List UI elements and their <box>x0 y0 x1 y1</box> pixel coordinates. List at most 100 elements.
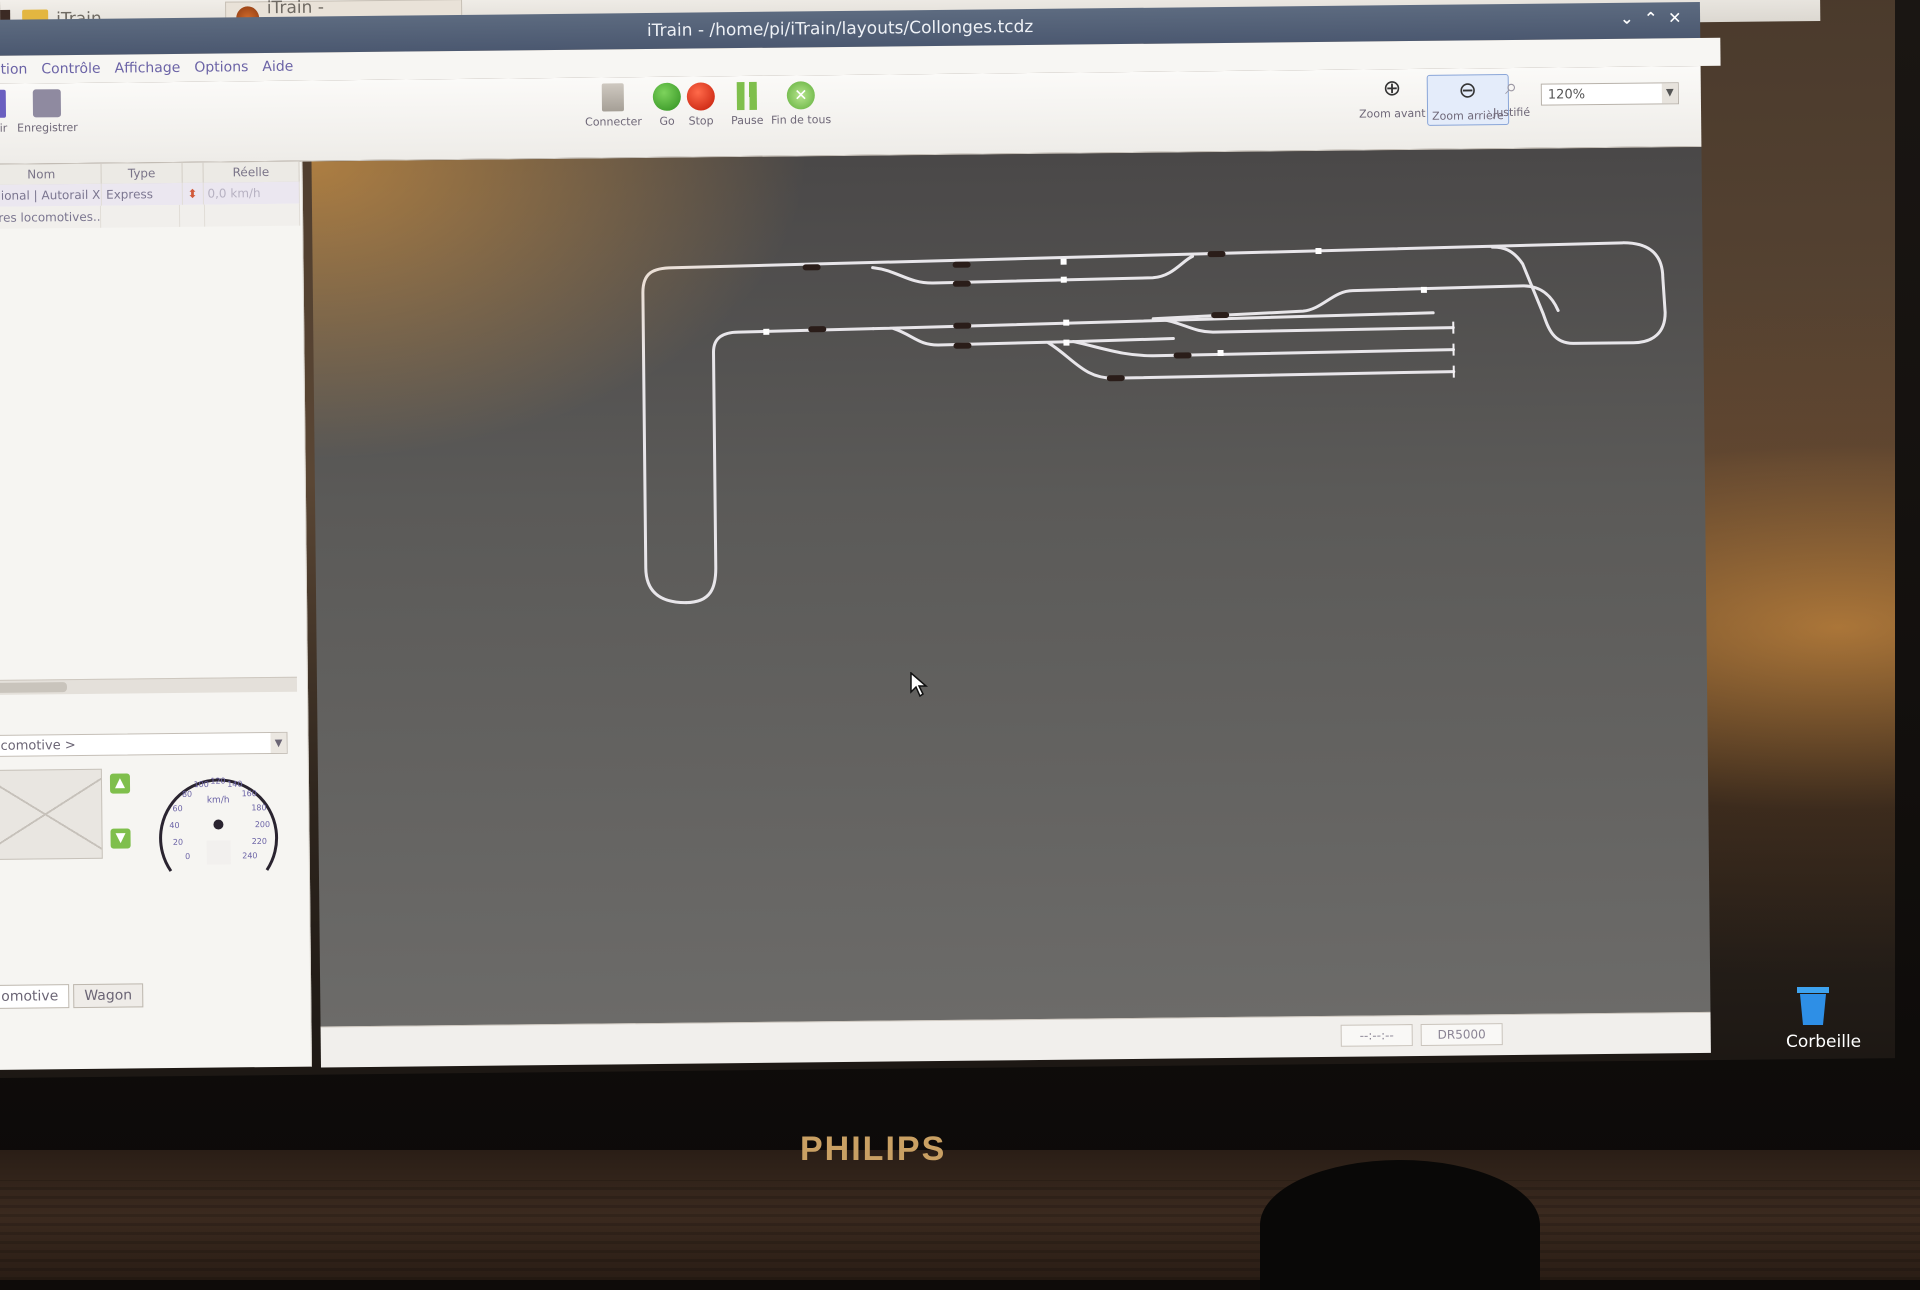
loco-speed <box>205 204 300 227</box>
trash-icon[interactable] <box>1793 985 1833 1027</box>
sensor-marker[interactable] <box>1061 259 1067 265</box>
locomotive-select[interactable]: ocomotive > ▼ <box>0 732 288 757</box>
connect-button[interactable]: Connecter <box>585 83 642 129</box>
stop-all-icon: ✕ <box>787 81 815 109</box>
save-button[interactable]: Enregistrer <box>17 89 78 135</box>
gauge-tick-label: 80 <box>182 790 192 799</box>
locomotive-image-placeholder <box>0 769 103 860</box>
signal-marker[interactable] <box>1211 312 1229 318</box>
siding-3[interactable] <box>1048 339 1453 379</box>
menu-options[interactable]: Options <box>194 59 248 76</box>
loco-name: égional | Autorail X... <box>0 184 102 207</box>
gauge-tick-label: 200 <box>255 820 270 829</box>
go-button[interactable]: Go <box>653 83 681 128</box>
monitor-brand: PHILIPS <box>800 1130 946 1169</box>
gauge-readout <box>207 840 231 864</box>
gauge-tick-label: 140 <box>227 780 242 789</box>
trash-label: Corbeille <box>1786 1032 1861 1052</box>
monitor-stand <box>1260 1160 1540 1290</box>
gauge-tick-label: 100 <box>194 780 209 789</box>
fit-label: Justifié <box>1493 106 1530 119</box>
col-name[interactable]: Nom <box>0 164 102 185</box>
stop-label: Stop <box>689 114 714 127</box>
gauge-unit: km/h <box>207 795 230 805</box>
gauge-tick-label: 240 <box>242 851 257 860</box>
zoom-level-select[interactable]: 120% ▼ <box>1541 82 1679 105</box>
loco-type <box>101 205 181 228</box>
stop-all-button[interactable]: ✕ Fin de tous <box>771 81 832 127</box>
table-row[interactable]: utres locomotives... <box>0 204 300 229</box>
signal-marker[interactable] <box>953 262 971 268</box>
gauge-tick-label: 120 <box>210 776 225 785</box>
sensor-marker[interactable] <box>1218 350 1224 356</box>
pause-icon <box>737 82 757 110</box>
menu-help[interactable]: Aide <box>262 59 293 75</box>
minimize-button[interactable]: ⌄ <box>1620 9 1634 28</box>
menu-control[interactable]: Contrôle <box>41 61 100 78</box>
open-label: rir <box>0 122 7 135</box>
fit-button[interactable]: ⌕ Justifié <box>1493 74 1530 119</box>
col-direction[interactable] <box>182 163 203 183</box>
gauge-tick-label: 160 <box>242 789 257 798</box>
screen-glare <box>312 156 815 461</box>
sensor-marker[interactable] <box>1063 320 1069 326</box>
stop-all-label: Fin de tous <box>771 113 831 127</box>
go-icon <box>653 83 681 111</box>
table-horizontal-scrollbar[interactable] <box>0 677 297 695</box>
menu-file[interactable]: tion <box>0 62 27 78</box>
signal-marker[interactable] <box>1107 375 1125 381</box>
scrollbar-thumb[interactable] <box>0 682 67 693</box>
track-station-line-4[interactable] <box>893 326 1173 346</box>
zoom-in-label: Zoom avant <box>1359 107 1426 121</box>
save-icon <box>33 89 61 117</box>
zoom-level-value: 120% <box>1548 87 1585 102</box>
mouse-cursor-icon <box>910 672 928 698</box>
clock-display: --:--:-- <box>1341 1024 1413 1047</box>
col-speed[interactable]: Réelle <box>203 162 300 183</box>
direction-down-button[interactable]: ▼ <box>110 828 130 848</box>
window-title: iTrain - /home/pi/iTrain/layouts/Collong… <box>647 17 1034 41</box>
panel-tabs: omotive Wagon <box>0 983 143 1009</box>
gauge-tick-label: 0 <box>185 852 190 861</box>
col-type[interactable]: Type <box>102 163 183 184</box>
chevron-down-icon: ▼ <box>1662 83 1678 103</box>
menu-view[interactable]: Affichage <box>114 60 180 77</box>
app-window: iTrain - /home/pi/iTrain/layouts/Collong… <box>0 2 1711 1070</box>
open-button[interactable]: rir <box>0 90 7 135</box>
speedometer-gauge[interactable]: 020406080100120140160180200220240 km/h <box>148 762 289 883</box>
pause-button[interactable]: Pause <box>731 82 764 127</box>
maximize-button[interactable]: ⌃ <box>1644 8 1658 27</box>
save-label: Enregistrer <box>17 121 78 135</box>
sensor-marker[interactable] <box>1315 248 1321 254</box>
pause-label: Pause <box>731 114 763 127</box>
gauge-tick-label: 20 <box>173 838 183 847</box>
signal-marker[interactable] <box>953 343 971 349</box>
zoom-in-button[interactable]: ⊕ Zoom avant <box>1359 75 1426 121</box>
gauge-tick-label: 40 <box>169 821 179 830</box>
signal-marker[interactable] <box>953 281 971 287</box>
signal-marker[interactable] <box>953 323 971 329</box>
zoom-out-icon: ⊖ <box>1454 77 1482 105</box>
locomotive-select-value: ocomotive > <box>0 738 76 754</box>
direction-up-button[interactable]: ▲ <box>110 773 130 793</box>
connect-label: Connecter <box>585 115 642 129</box>
signal-marker[interactable] <box>1174 352 1192 358</box>
loco-name: utres locomotives... <box>0 206 101 229</box>
gauge-needle-hub <box>213 819 223 829</box>
fit-icon: ⌕ <box>1497 74 1525 102</box>
connect-icon <box>602 83 624 111</box>
tab-locomotive[interactable]: omotive <box>0 984 69 1009</box>
stop-icon <box>687 82 715 110</box>
gauge-tick-label: 60 <box>172 804 182 813</box>
signal-marker[interactable] <box>1207 251 1225 257</box>
stop-button[interactable]: Stop <box>687 82 715 127</box>
sensor-marker[interactable] <box>1063 340 1069 346</box>
tab-wagon[interactable]: Wagon <box>73 983 143 1008</box>
device-status[interactable]: DR5000 <box>1421 1023 1503 1046</box>
go-label: Go <box>659 115 674 128</box>
desk-grain <box>0 1180 1920 1280</box>
direction-icon[interactable]: ⬍ <box>182 183 203 205</box>
close-button[interactable]: ✕ <box>1668 8 1682 27</box>
sensor-marker[interactable] <box>1061 277 1067 283</box>
sensor-marker[interactable] <box>1421 287 1427 293</box>
